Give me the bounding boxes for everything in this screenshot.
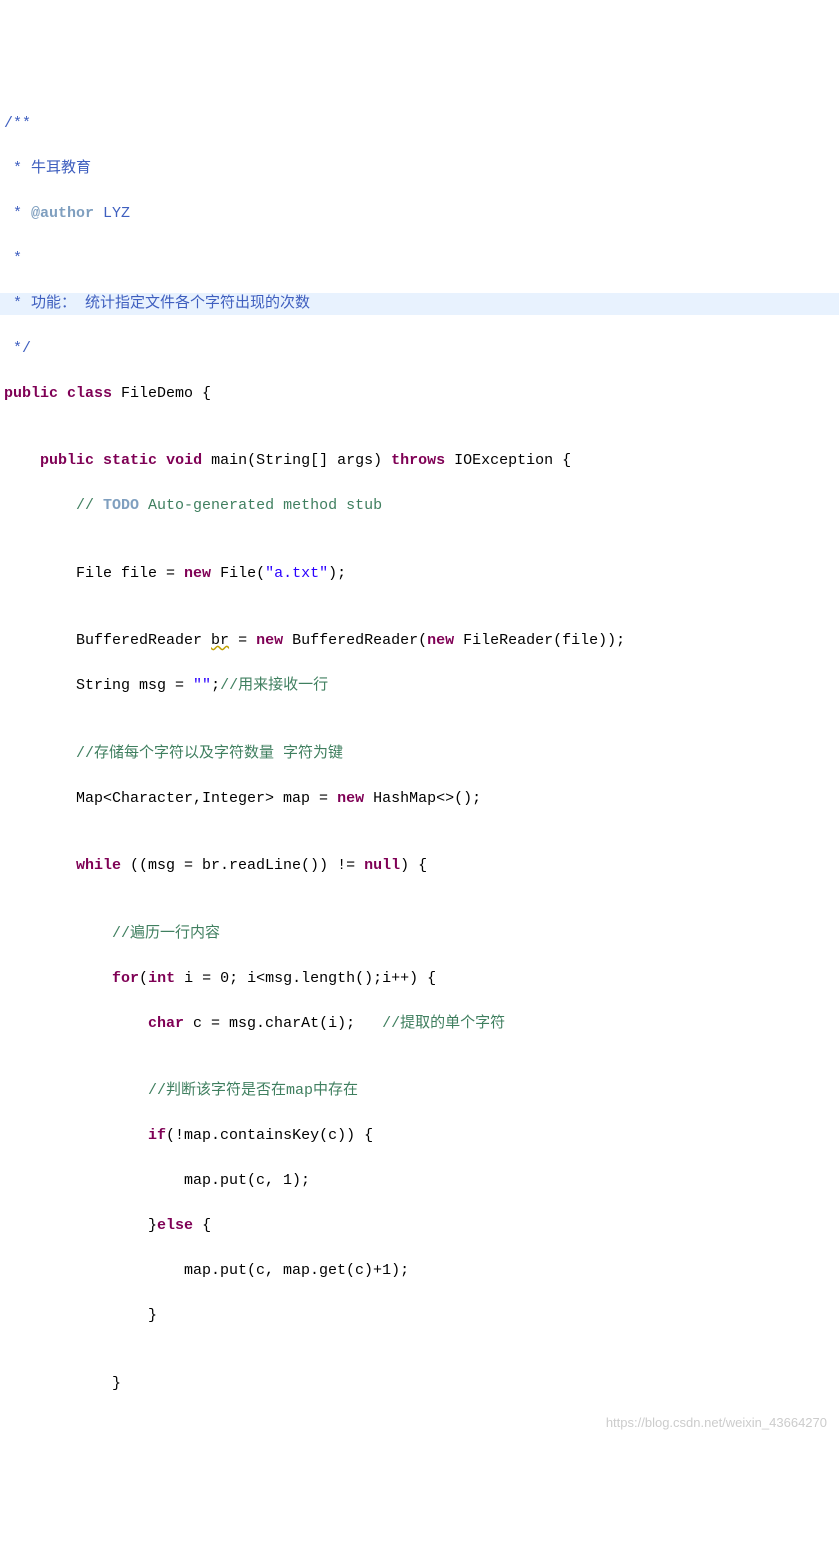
class-name: FileDemo {	[112, 385, 211, 402]
stmt-end: );	[328, 565, 346, 582]
map-put-1: map.put(c, 1);	[184, 1172, 310, 1189]
javadoc-line: * 牛耳教育	[4, 160, 91, 177]
javadoc-author-prefix: *	[4, 205, 31, 222]
kw-for: for	[112, 970, 139, 987]
kw-new: new	[184, 565, 211, 582]
brace-close: }	[148, 1217, 157, 1234]
kw-public: public	[40, 452, 94, 469]
comment-store: //存储每个字符以及字符数量 字符为键	[76, 745, 343, 762]
for-open: (	[139, 970, 148, 987]
javadoc-line: *	[4, 250, 22, 267]
comment-extract: //提取的单个字符	[382, 1015, 505, 1032]
file-decl: File file =	[76, 565, 184, 582]
map-decl: Map<Character,Integer> map =	[76, 790, 337, 807]
br-ctor: BufferedReader(	[283, 632, 427, 649]
kw-new: new	[337, 790, 364, 807]
kw-null: null	[364, 857, 400, 874]
javadoc-start: /**	[4, 115, 31, 132]
kw-else: else	[157, 1217, 193, 1234]
kw-if: if	[148, 1127, 166, 1144]
javadoc-author-tag: @author	[31, 205, 94, 222]
char-assign: c = msg.charAt(i);	[184, 1015, 382, 1032]
code-editor: /** * 牛耳教育 * @author LYZ * * 功能： 统计指定文件各…	[0, 90, 839, 1440]
kw-class: class	[67, 385, 112, 402]
kw-while: while	[76, 857, 121, 874]
kw-static: static	[103, 452, 157, 469]
map-put-2: map.put(c, map.get(c)+1);	[184, 1262, 409, 1279]
exception-name: IOException {	[445, 452, 571, 469]
brace-close: }	[112, 1375, 121, 1392]
kw-char: char	[148, 1015, 184, 1032]
javadoc-desc: * 功能： 统计指定文件各个字符出现的次数	[4, 295, 310, 312]
kw-int: int	[148, 970, 175, 987]
stmt-end: ;	[211, 677, 220, 694]
brace-close: }	[148, 1307, 157, 1324]
comment-judge: //判断该字符是否在map中存在	[148, 1082, 358, 1099]
for-body: i = 0; i<msg.length();i++) {	[175, 970, 436, 987]
assign: =	[229, 632, 256, 649]
kw-throws: throws	[391, 452, 445, 469]
var-br: br	[211, 632, 229, 649]
kw-new: new	[427, 632, 454, 649]
javadoc-end: */	[4, 340, 31, 357]
msg-decl: String msg =	[76, 677, 193, 694]
javadoc-author-name: LYZ	[94, 205, 130, 222]
string-empty: ""	[193, 677, 211, 694]
watermark: https://blog.csdn.net/weixin_43664270	[606, 1413, 827, 1433]
map-ctor: HashMap<>();	[364, 790, 481, 807]
kw-public: public	[4, 385, 58, 402]
kw-void: void	[166, 452, 202, 469]
br-decl: BufferedReader	[76, 632, 211, 649]
fr-ctor: FileReader(file));	[454, 632, 625, 649]
else-open: {	[193, 1217, 211, 1234]
comment-iterate: //遍历一行内容	[112, 925, 220, 942]
main-signature: main(String[] args)	[202, 452, 391, 469]
file-ctor: File(	[211, 565, 265, 582]
string-literal: "a.txt"	[265, 565, 328, 582]
while-cond: ((msg = br.readLine()) !=	[121, 857, 364, 874]
comment-line: //用来接收一行	[220, 677, 328, 694]
comment-todo: // TODO Auto-generated method stub	[76, 497, 382, 514]
kw-new: new	[256, 632, 283, 649]
if-cond: (!map.containsKey(c)) {	[166, 1127, 373, 1144]
while-open: ) {	[400, 857, 427, 874]
